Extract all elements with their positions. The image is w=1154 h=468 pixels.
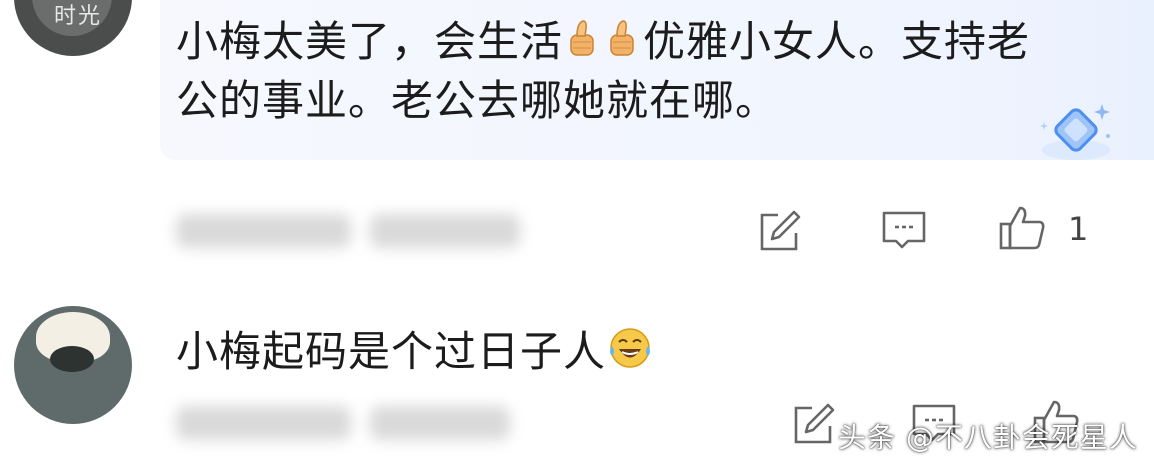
edit-icon[interactable] [790,400,838,448]
comment-location-blurred [370,406,510,440]
comment-location-blurred [370,214,520,248]
comment-meta-blurred [176,406,351,440]
avatar[interactable]: 时光 [14,0,132,56]
like-count: 1 [1068,210,1089,248]
comment-text: 小梅太美了，会生活 优雅小女人。支持老公的事业。老公去哪她就在哪。 [176,14,1056,129]
sparkle-diamond-icon [1040,104,1110,160]
comment-text-part-1: 小梅太美了，会生活 [176,17,564,66]
reply-icon[interactable] [880,207,928,255]
avatar[interactable] [14,306,132,424]
thumbs-up-icon [565,17,601,73]
like-icon[interactable] [998,204,1046,252]
avatar-text: 时光 [54,4,103,29]
laughing-crying-face-icon [608,326,652,384]
edit-icon[interactable] [756,207,804,255]
comment-text-part-1: 小梅起码是个过日子人 [176,327,607,376]
comment-meta-blurred [176,214,351,248]
comment-1: 时光 小梅太美了，会生活 优雅小女人。支持老公的事业。老公去哪她就在哪。 1 [0,0,1154,290]
comment-text: 小梅起码是个过日子人 [176,324,654,384]
thumbs-up-icon [605,17,641,73]
watermark: 头条 @不八卦会死星人 [838,421,1138,454]
